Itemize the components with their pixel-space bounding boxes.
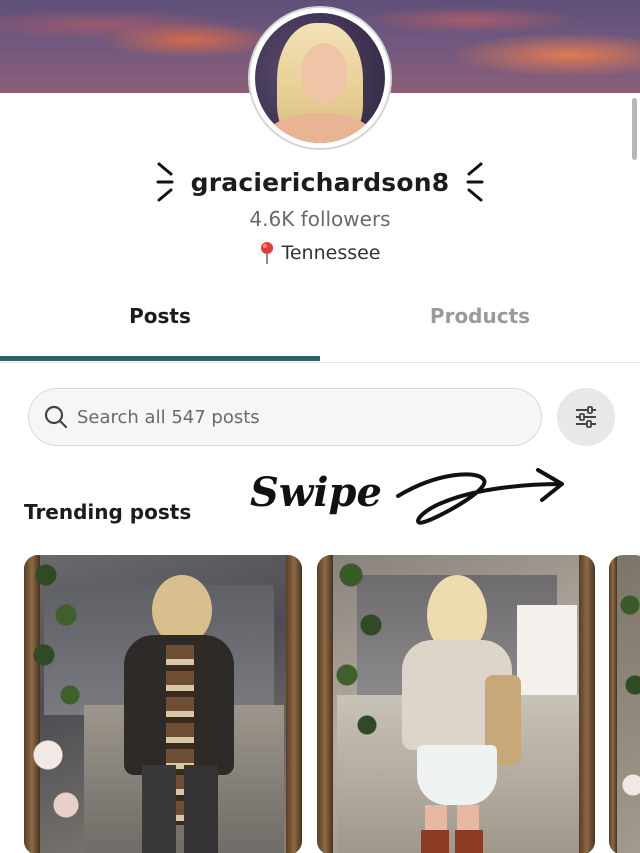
search-placeholder: Search all 547 posts bbox=[77, 406, 260, 428]
location: Tennessee bbox=[0, 241, 640, 265]
username: gracierichardson8 bbox=[190, 167, 450, 197]
avatar[interactable] bbox=[248, 6, 392, 150]
username-row: gracierichardson8 bbox=[0, 156, 640, 208]
tab-posts[interactable]: Posts bbox=[0, 290, 320, 360]
location-pin-icon bbox=[261, 242, 274, 264]
section-title: Trending posts bbox=[24, 500, 192, 524]
swipe-label: Swipe bbox=[250, 469, 382, 516]
filter-icon bbox=[576, 406, 596, 428]
swipe-hint: Swipe bbox=[250, 468, 564, 525]
filter-button[interactable] bbox=[557, 388, 615, 446]
active-tab-indicator bbox=[0, 356, 320, 361]
location-label: Tennessee bbox=[281, 242, 381, 264]
scrollbar[interactable] bbox=[632, 98, 637, 160]
followers-count[interactable]: 4.6K followers bbox=[0, 207, 640, 231]
tab-products[interactable]: Products bbox=[320, 290, 640, 360]
sparkle-left-icon bbox=[156, 162, 174, 202]
search-icon bbox=[44, 405, 68, 429]
swipe-arrow-icon bbox=[396, 472, 562, 525]
sparkle-right-icon bbox=[466, 162, 484, 202]
search-input[interactable]: Search all 547 posts bbox=[28, 388, 542, 446]
avatar-image bbox=[255, 13, 385, 143]
tab-bar: Posts Products bbox=[0, 290, 640, 363]
trending-post-card[interactable] bbox=[609, 555, 640, 853]
trending-post-card[interactable] bbox=[317, 555, 595, 853]
trending-post-card[interactable] bbox=[24, 555, 302, 853]
